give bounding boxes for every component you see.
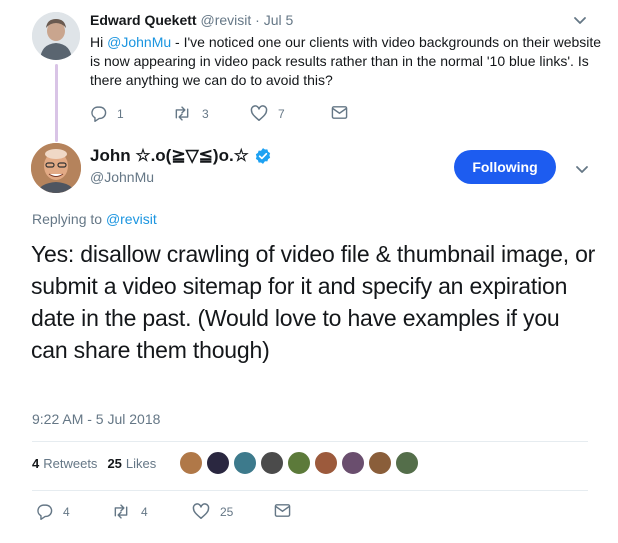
liker-avatar[interactable] [368, 451, 392, 475]
like-count: 25 [220, 504, 234, 519]
separator: · [255, 12, 260, 28]
author-name[interactable]: John ☆.o(≧▽≦)o.☆ [90, 146, 272, 166]
heart-icon [192, 503, 210, 519]
reply-icon [91, 106, 107, 122]
like-button[interactable]: 7 [250, 105, 285, 122]
author-name-text: John ☆.o(≧▽≦)o.☆ [90, 146, 249, 165]
avatar-image [31, 143, 81, 193]
liker-avatar[interactable] [341, 451, 365, 475]
retweet-count: 3 [202, 106, 209, 121]
thread-line [55, 64, 58, 142]
tweet-text: Hi @JohnMu - I've noticed one our client… [90, 33, 605, 90]
retweet-icon [114, 504, 128, 519]
tweet-stats: 4 Retweets 25 Likes [32, 456, 156, 471]
chevron-down-icon[interactable] [574, 161, 590, 177]
likes-count: 25 [107, 456, 122, 471]
heart-icon [250, 105, 268, 121]
liker-avatar[interactable] [314, 451, 338, 475]
like-button[interactable]: 25 [192, 503, 233, 520]
mention-link[interactable]: @JohnMu [107, 34, 171, 50]
retweets-count: 4 [32, 456, 40, 471]
like-count: 7 [278, 106, 285, 121]
parent-tweet: Edward Quekett @revisit · Jul 5 Hi @John… [0, 0, 618, 142]
verified-badge-icon [255, 148, 271, 164]
liker-avatar[interactable] [233, 451, 257, 475]
following-button[interactable]: Following [454, 150, 556, 184]
author-handle[interactable]: @revisit [200, 12, 251, 28]
envelope-icon [331, 106, 348, 119]
avatar-image [32, 12, 80, 60]
retweet-count: 4 [141, 504, 148, 519]
replying-prefix: Replying to [32, 211, 106, 227]
reply-button[interactable]: 4 [36, 503, 70, 520]
replying-to: Replying to @revisit [32, 211, 157, 227]
divider [32, 490, 588, 491]
tweet-date[interactable]: Jul 5 [264, 12, 294, 28]
reply-count: 4 [63, 504, 70, 519]
reply-icon [37, 504, 53, 520]
liker-avatar[interactable] [179, 451, 203, 475]
retweets-stat[interactable]: 4 Retweets [32, 456, 97, 471]
divider [32, 441, 588, 442]
author-handle[interactable]: @JohnMu [90, 169, 154, 185]
likes-stat[interactable]: 25 Likes [107, 456, 156, 471]
tweet-text: Yes: disallow crawling of video file & t… [31, 241, 596, 363]
liker-avatar[interactable] [260, 451, 284, 475]
envelope-icon [274, 504, 291, 517]
retweet-icon [175, 106, 189, 121]
tweet-timestamp[interactable]: 9:22 AM - 5 Jul 2018 [32, 411, 160, 427]
liker-avatar[interactable] [206, 451, 230, 475]
liker-avatar[interactable] [287, 451, 311, 475]
message-button[interactable] [331, 105, 348, 120]
likes-label: Likes [125, 456, 157, 471]
retweet-button[interactable]: 4 [111, 503, 148, 520]
message-button[interactable] [274, 503, 291, 518]
reply-count: 1 [117, 106, 124, 121]
retweets-label: Retweets [43, 456, 98, 471]
text-prefix: Hi [90, 34, 108, 50]
replying-handle-link[interactable]: @revisit [106, 211, 157, 227]
parent-tweet-header: Edward Quekett @revisit · Jul 5 [90, 11, 293, 30]
chevron-down-icon[interactable] [572, 12, 588, 28]
avatar[interactable] [32, 12, 80, 60]
author-name[interactable]: Edward Quekett [90, 12, 197, 28]
avatar[interactable] [31, 143, 81, 193]
liker-avatars [179, 451, 422, 475]
reply-button[interactable]: 1 [90, 105, 124, 122]
liker-avatar[interactable] [395, 451, 419, 475]
retweet-button[interactable]: 3 [172, 105, 209, 122]
